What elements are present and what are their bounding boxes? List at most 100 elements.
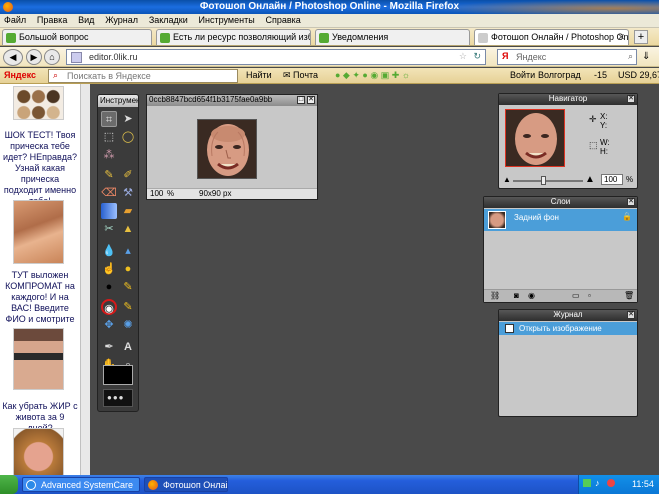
yandex-find-button[interactable]: Найти: [246, 70, 272, 80]
history-item[interactable]: Открыть изображение: [499, 322, 637, 335]
ad-belly-image[interactable]: [13, 328, 64, 390]
tab-photoshop-online[interactable]: Фотошоп Онлайн / Photoshop Online ✕: [474, 29, 629, 45]
move-tool-icon[interactable]: ➤: [120, 111, 136, 127]
start-button[interactable]: [0, 475, 18, 494]
paint-bucket-tool-icon[interactable]: ▰: [120, 203, 136, 219]
sharpen-tool-icon[interactable]: ▴: [120, 243, 136, 259]
yandex-login-button[interactable]: Войти: [510, 70, 535, 80]
tray-clock[interactable]: 11:54: [632, 479, 654, 489]
layer-new-folder-icon[interactable]: ▭: [572, 291, 580, 300]
home-icon[interactable]: ⌂: [44, 49, 60, 65]
taskbar-item-systemcare[interactable]: Advanced SystemCare: [22, 477, 140, 492]
crop-tool-icon[interactable]: ⌗: [101, 111, 117, 127]
close-icon[interactable]: ✕: [307, 96, 315, 104]
menu-bookmarks[interactable]: Закладки: [145, 14, 192, 26]
mail-button[interactable]: ✉ Почта: [283, 70, 318, 81]
navigator-thumbnail[interactable]: [505, 109, 565, 167]
blur-tool-icon[interactable]: 💧: [101, 243, 117, 259]
dodge-tool-icon[interactable]: ✎: [120, 279, 136, 295]
document-zoom-value[interactable]: 100: [150, 189, 163, 198]
marquee-tool-icon[interactable]: ⬚: [101, 129, 117, 145]
ad-beach-photo-image[interactable]: [13, 200, 64, 264]
search-magnifier-icon[interactable]: ⌕: [628, 51, 633, 62]
zoom-out-icon[interactable]: ▲: [503, 175, 511, 184]
layers-header[interactable]: Слои ✕: [484, 197, 637, 208]
menu-help[interactable]: Справка: [261, 14, 304, 26]
bloat-tool-icon[interactable]: ✥: [101, 317, 117, 333]
layer-new-icon[interactable]: ▫: [588, 291, 591, 300]
tab-resource-question[interactable]: Есть ли ресурс позволяющий избав...: [156, 29, 311, 45]
navigator-zoom-input[interactable]: 100: [601, 174, 623, 185]
yandex-search-input[interactable]: ⌕ Поискать в Яндексе: [48, 69, 238, 83]
temperature-label[interactable]: -15: [594, 70, 607, 80]
forward-button[interactable]: ▶: [26, 49, 42, 65]
color-replace-tool-icon[interactable]: ✂: [101, 221, 117, 237]
zoom-in-icon[interactable]: ▲: [585, 174, 595, 185]
maximize-icon[interactable]: □: [297, 96, 305, 104]
brush-tool-icon[interactable]: ✐: [120, 167, 136, 183]
yandex-logo[interactable]: Яндекс: [4, 70, 36, 80]
menu-tools[interactable]: Инструменты: [195, 14, 259, 26]
document-titlebar[interactable]: 0ccb8847bcd654f1b3175fae0a9bb □ ✕: [147, 95, 317, 106]
back-button[interactable]: ◀: [3, 49, 23, 66]
history-header[interactable]: Журнал ✕: [499, 310, 637, 321]
layer-item[interactable]: Задний фон 🔒: [484, 209, 637, 231]
city-label[interactable]: Волгоград: [538, 70, 581, 80]
pinch-tool-icon[interactable]: ✺: [120, 317, 136, 333]
foreground-color-swatch[interactable]: [103, 365, 133, 385]
red-eye-tool-icon[interactable]: ◉: [101, 299, 117, 315]
sponge-tool-icon[interactable]: ●: [120, 261, 136, 277]
tab-big-question[interactable]: Большой вопрос: [2, 29, 152, 45]
pencil-tool-icon[interactable]: ✎: [101, 167, 117, 183]
reload-icon[interactable]: ↻: [473, 51, 481, 62]
download-icon[interactable]: ⇓: [642, 51, 650, 62]
ad-column-scrollbar[interactable]: [80, 84, 90, 475]
navigator-close-icon[interactable]: ✕: [627, 95, 635, 103]
swatch-options-icon[interactable]: ●●●: [107, 393, 125, 402]
zoom-slider[interactable]: [513, 176, 583, 185]
ad-hairstyles-image[interactable]: [13, 86, 64, 120]
new-tab-button[interactable]: +: [634, 30, 648, 44]
eraser-tool-icon[interactable]: ⌫: [101, 185, 117, 201]
ad-face-image[interactable]: [13, 428, 64, 475]
spot-healing-tool-icon[interactable]: ✎: [120, 299, 136, 315]
tab-notifications[interactable]: Уведомления: [315, 29, 470, 45]
menu-history[interactable]: Журнал: [101, 14, 142, 26]
menu-file[interactable]: Файл: [0, 14, 30, 26]
eyedropper-tool-icon[interactable]: ✒: [101, 339, 117, 355]
layer-link-icon[interactable]: ⛓: [490, 291, 500, 300]
tray-network-icon[interactable]: [583, 479, 591, 487]
layer-delete-icon[interactable]: 🗑: [624, 291, 634, 300]
layers-close-icon[interactable]: ✕: [627, 198, 635, 206]
ad-hairstyle-text[interactable]: ШОК ТЕСТ! Твоя прическа тебе идет? НЕпра…: [2, 130, 78, 207]
navigator-header[interactable]: Навигатор ✕: [499, 94, 637, 105]
layer-style-icon[interactable]: ◙: [514, 291, 519, 300]
toolbar-widgets-icon[interactable]: ● ◆ ✦ ● ◉ ▣ ✚ ☼: [335, 70, 410, 81]
history-close-icon[interactable]: ✕: [627, 311, 635, 319]
zoom-slider-thumb[interactable]: [541, 176, 546, 185]
menu-edit[interactable]: Правка: [33, 14, 71, 26]
url-bar[interactable]: editor.0lik.ru ☆ ↻: [66, 49, 486, 65]
lasso-tool-icon[interactable]: ◯: [120, 129, 136, 145]
menu-view[interactable]: Вид: [74, 14, 98, 26]
clone-tool-icon[interactable]: ⚒: [120, 185, 136, 201]
tray-security-icon[interactable]: [607, 479, 615, 487]
gradient-tool-icon[interactable]: [101, 203, 117, 219]
tray-volume-icon[interactable]: ♪: [595, 478, 600, 488]
smudge-tool-icon[interactable]: ☝: [101, 261, 117, 277]
currency-label[interactable]: USD 29,67: [618, 70, 659, 80]
taskbar-item-firefox[interactable]: Фотошоп Онлайн / ...: [144, 477, 228, 492]
burn-tool-icon[interactable]: ●: [101, 279, 117, 295]
magic-wand-tool-icon[interactable]: ⁂: [101, 147, 117, 163]
tab-close-icon[interactable]: ✕: [617, 32, 625, 43]
layers-title: Слои: [550, 197, 571, 206]
type-tool-icon[interactable]: A: [120, 339, 136, 355]
layer-mask-icon[interactable]: ◉: [528, 291, 535, 300]
stamp-tool-icon[interactable]: ▲: [120, 221, 136, 237]
canvas-image[interactable]: [197, 119, 257, 179]
background-color-swatch[interactable]: ●●●: [103, 389, 133, 407]
bookmark-star-icon[interactable]: ☆: [459, 51, 467, 62]
ad-compromat-text[interactable]: ТУТ выложен КОМПРОМАТ на каждого! И на В…: [2, 270, 78, 336]
search-input[interactable]: Я Яндекс ⌕: [497, 49, 637, 65]
layer-thumbnail-image: [488, 211, 506, 229]
